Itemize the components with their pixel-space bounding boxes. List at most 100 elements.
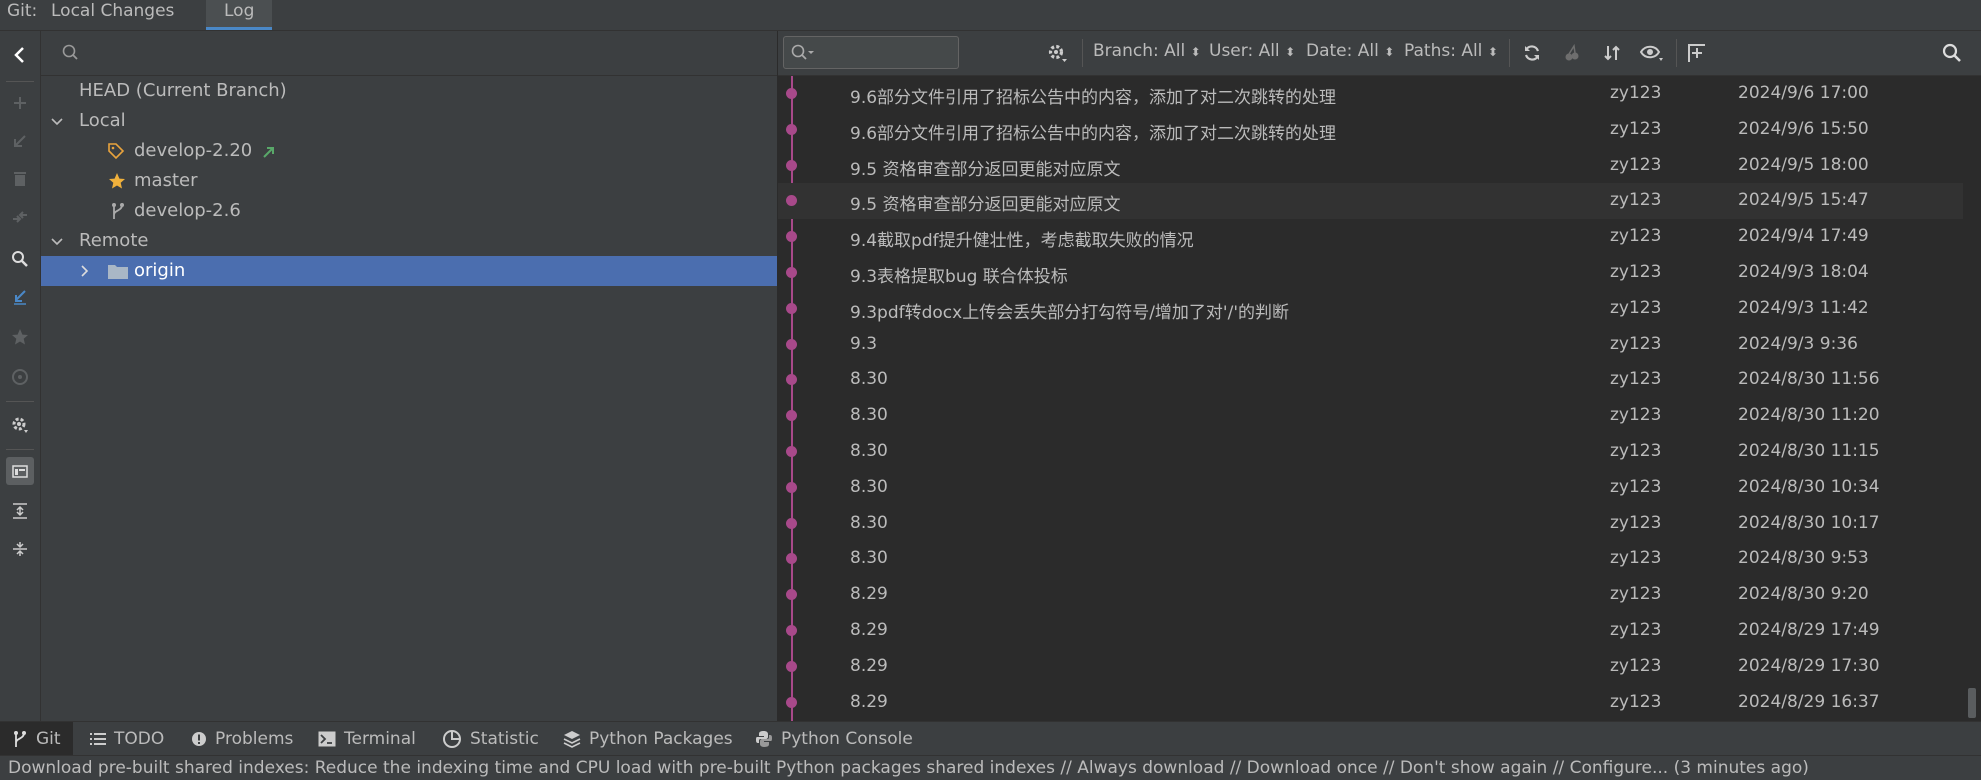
tree-item-head[interactable]: HEAD (Current Branch) xyxy=(41,76,777,106)
tree-item-label: develop-2.20 xyxy=(134,140,253,161)
commit-node xyxy=(786,625,797,636)
settings-gear-icon[interactable] xyxy=(1045,41,1069,65)
tab-local-changes[interactable]: Local Changes xyxy=(51,0,182,30)
tool-tab-python-packages[interactable]: Python Packages xyxy=(563,722,733,756)
commit-date: 2024/9/5 18:00 xyxy=(1738,154,1869,175)
commit-row[interactable]: 9.4截取pdf提升健壮性，考虑截取失败的情况 zy123 2024/9/4 17:… xyxy=(778,219,1963,255)
toolbar-separator xyxy=(6,401,34,402)
commit-author: zy123 xyxy=(1610,226,1662,247)
commit-author: zy123 xyxy=(1610,262,1662,282)
commit-date: 2024/8/29 17:49 xyxy=(1738,620,1880,640)
commit-node xyxy=(786,481,797,493)
commit-author: zy123 xyxy=(1610,297,1662,318)
tool-tab-problems[interactable]: Problems xyxy=(191,722,293,756)
open-new-tab-icon[interactable] xyxy=(1685,41,1709,65)
expand-all-icon[interactable] xyxy=(6,497,34,525)
commit-message: 9.3 xyxy=(850,333,878,354)
top-tab-bar: Git: Local Changes Log xyxy=(0,0,1981,31)
commit-node xyxy=(786,123,797,135)
commit-row[interactable]: 9.3 zy123 2024/9/3 9:36 xyxy=(778,327,1963,363)
commit-row[interactable]: 9.5 资格审查部分返回更能对应原文 zy123 2024/9/5 15:47 xyxy=(778,183,1963,220)
status-bar[interactable]: Download pre-built shared indexes: Reduc… xyxy=(0,755,1981,780)
commit-message: 9.5 资格审查部分返回更能对应原文 xyxy=(850,195,1121,216)
python-icon xyxy=(756,731,772,747)
commit-row[interactable]: 8.30 zy123 2024/8/30 11:56 xyxy=(778,362,1963,398)
user-filter[interactable]: User: All ⬍ xyxy=(1209,41,1295,61)
refresh-icon[interactable] xyxy=(1520,41,1544,65)
new-branch-icon[interactable] xyxy=(6,89,34,117)
commit-row[interactable]: 8.30 zy123 2024/8/30 11:20 xyxy=(778,398,1963,434)
commit-node xyxy=(786,88,797,99)
tree-item-develop-2-20[interactable]: develop-2.20 xyxy=(41,136,777,166)
tree-item-remote[interactable]: Remote xyxy=(41,226,777,256)
tree-item-local[interactable]: Local xyxy=(41,106,777,136)
tool-tab-git[interactable]: Git xyxy=(0,722,73,756)
toolbar-separator xyxy=(1082,39,1083,67)
search-icon[interactable] xyxy=(6,245,34,273)
scrollbar-thumb[interactable] xyxy=(1968,688,1976,718)
cherry-pick-icon[interactable] xyxy=(1560,41,1584,65)
collapse-all-icon[interactable] xyxy=(6,535,34,563)
fetch-icon[interactable] xyxy=(6,363,34,391)
commit-row[interactable]: 9.6部分文件引用了招标公告中的内容，添加了对二次跳转的处理 zy123 2024/… xyxy=(778,112,1963,148)
commit-row[interactable]: 9.6部分文件引用了招标公告中的内容，添加了对二次跳转的处理 zy123 2024/… xyxy=(778,76,1963,112)
commit-row[interactable]: 9.5 资格审查部分返回更能对应原文 zy123 2024/9/5 18:00 xyxy=(778,148,1963,184)
chevron-down-icon[interactable] xyxy=(51,116,63,128)
commit-node xyxy=(786,338,797,350)
date-filter[interactable]: Date: All ⬍ xyxy=(1306,41,1394,61)
commit-row[interactable]: 9.3表格提取bug 联合体投标 zy123 2024/9/3 18:04 xyxy=(778,255,1963,291)
chevron-down-icon[interactable] xyxy=(51,236,63,248)
vertical-scrollbar[interactable] xyxy=(1965,76,1979,721)
navigate-log-icon[interactable] xyxy=(6,283,34,311)
commit-list: 9.6部分文件引用了招标公告中的内容，添加了对二次跳转的处理 zy123 2024/… xyxy=(778,76,1963,721)
commit-message: 8.29 xyxy=(850,655,888,676)
delete-branch-icon[interactable] xyxy=(6,165,34,193)
commit-date: 2024/8/30 9:20 xyxy=(1738,584,1869,605)
commit-row[interactable]: 8.30 zy123 2024/8/30 10:17 xyxy=(778,506,1963,542)
commit-row[interactable]: 9.3pdf转docx上传会丢失部分打勾符号/增加了对'/'的判断 zy123 20… xyxy=(778,291,1963,327)
commit-row[interactable]: 8.29 zy123 2024/8/29 17:49 xyxy=(778,613,1963,649)
search-icon[interactable] xyxy=(1940,41,1964,65)
group-by-directory-icon[interactable] xyxy=(6,457,34,485)
commit-row[interactable]: 8.30 zy123 2024/8/30 11:15 xyxy=(778,434,1963,470)
view-options-eye-icon[interactable] xyxy=(1640,41,1664,65)
commit-date: 2024/8/30 11:20 xyxy=(1738,405,1880,426)
tool-tab-terminal[interactable]: Terminal xyxy=(318,722,416,756)
star-icon xyxy=(109,173,125,189)
paths-filter[interactable]: Paths: All ⬍ xyxy=(1404,41,1498,61)
commit-row[interactable]: 8.29 zy123 2024/8/30 9:20 xyxy=(778,577,1963,613)
commit-node xyxy=(786,267,797,278)
commit-message: 8.30 xyxy=(850,512,888,533)
commit-author: zy123 xyxy=(1610,118,1662,139)
collapse-panel-icon[interactable] xyxy=(6,41,34,69)
tool-tab-python-console[interactable]: Python Console xyxy=(755,722,913,756)
compare-icon[interactable] xyxy=(6,203,34,231)
favorite-star-icon[interactable] xyxy=(6,323,34,351)
branch-search-field[interactable] xyxy=(41,31,777,76)
log-search-input[interactable] xyxy=(783,36,959,69)
chevron-right-icon[interactable] xyxy=(79,265,91,277)
toolbar-separator xyxy=(1509,39,1510,67)
tool-tab-label: Git xyxy=(36,729,61,749)
tree-item-master[interactable]: master xyxy=(41,166,777,196)
tree-item-label: Remote xyxy=(79,230,149,251)
update-selected-icon[interactable] xyxy=(6,127,34,155)
tool-tab-label: Python Console xyxy=(781,729,913,749)
tab-log[interactable]: Log xyxy=(206,0,273,30)
tree-item-develop-2-6[interactable]: develop-2.6 xyxy=(41,196,777,226)
tool-tab-statistic[interactable]: Statistic xyxy=(442,722,539,756)
commit-node xyxy=(786,374,797,386)
commit-message: 9.3表格提取bug 联合体投标 xyxy=(850,267,1068,287)
sort-icon[interactable] xyxy=(1600,41,1624,65)
search-history-icon[interactable] xyxy=(790,43,816,63)
search-icon xyxy=(62,44,78,60)
commit-date: 2024/8/30 9:53 xyxy=(1738,548,1869,569)
commit-row[interactable]: 8.29 zy123 2024/8/29 17:30 xyxy=(778,649,1963,685)
branch-filter[interactable]: Branch: All ⬍ xyxy=(1093,41,1201,61)
commit-row[interactable]: 8.29 zy123 2024/8/29 16:37 xyxy=(778,685,1963,721)
tree-item-origin[interactable]: origin xyxy=(41,256,777,286)
commit-row[interactable]: 8.30 zy123 2024/8/30 9:53 xyxy=(778,541,1963,577)
commit-row[interactable]: 8.30 zy123 2024/8/30 10:34 xyxy=(778,470,1963,506)
settings-gear-icon[interactable] xyxy=(6,411,34,439)
tool-tab-todo[interactable]: TODO xyxy=(90,722,164,756)
